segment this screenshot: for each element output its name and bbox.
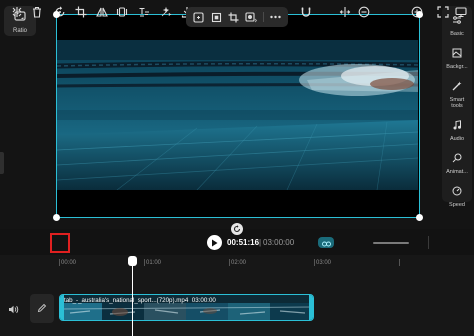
ruler-tick [399, 259, 400, 266]
clip-trim-handle-right[interactable] [309, 295, 313, 320]
freeze-frame-icon[interactable] [116, 6, 128, 18]
ruler-label: 01:00 [146, 260, 162, 266]
track-volume-icon[interactable] [7, 304, 19, 314]
toolbar-divider [262, 12, 264, 22]
panel-item-smart-tools[interactable]: Smart tools [442, 78, 472, 109]
resize-handle-bottom-left[interactable] [53, 214, 60, 221]
magnet-snap-icon[interactable] [300, 6, 312, 18]
total-time: 03:00:00 [263, 238, 295, 247]
mask-icon[interactable] [245, 11, 258, 23]
play-icon [211, 234, 218, 252]
time-separator: | [259, 238, 262, 247]
resize-handle-top-right[interactable] [416, 11, 423, 18]
panel-item-label: Audio [449, 136, 465, 142]
ruler-tick [59, 259, 60, 266]
left-panel-toggle[interactable] [0, 152, 4, 174]
split-icon[interactable] [11, 6, 23, 18]
resize-handle-bottom-right[interactable] [416, 214, 423, 221]
clip-duration: 03:00:00 [191, 297, 216, 304]
canvas-floating-toolbar [186, 7, 288, 27]
fullscreen-icon[interactable] [437, 6, 449, 18]
playhead-line[interactable] [132, 261, 133, 336]
panel-item-label: Animat... [446, 169, 468, 175]
panel-item-label: Basic [450, 31, 464, 37]
display-settings-icon[interactable] [455, 6, 467, 18]
play-button[interactable] [207, 235, 222, 250]
highlight-box [50, 233, 70, 253]
replace-icon[interactable] [193, 11, 205, 23]
auto-link-toggle[interactable] [318, 237, 334, 248]
more-options-icon[interactable] [269, 11, 281, 23]
edit-cover-button[interactable] [30, 294, 54, 323]
panel-item-label: Backgr... [446, 64, 468, 70]
split-preview-icon[interactable] [339, 6, 351, 18]
panel-item-animation[interactable]: Animat... [442, 150, 472, 175]
video-preview[interactable] [57, 40, 418, 190]
music-note-icon [452, 117, 462, 135]
panel-item-speed[interactable]: Speed [442, 183, 472, 208]
clip-title: tab_-_australia's_national_sport...(720p… [64, 297, 216, 304]
animation-icon [452, 150, 462, 168]
ruler-label: 02:00 [231, 260, 247, 266]
ruler-tick [314, 259, 315, 266]
speedometer-icon [452, 183, 462, 201]
clip-thumbnails [60, 303, 312, 320]
panel-item-background[interactable]: Backgr... [442, 45, 472, 70]
ruler-tick [144, 259, 145, 266]
playhead-handle[interactable] [128, 256, 137, 266]
background-icon [452, 45, 462, 63]
flip-icon[interactable] [96, 6, 108, 18]
ruler-tick [229, 259, 230, 266]
effects-icon[interactable] [160, 6, 172, 18]
current-time: 00:51:16 [227, 238, 260, 247]
rotate-handle-icon[interactable] [231, 223, 243, 235]
resize-handle-top-left[interactable] [53, 11, 60, 18]
panel-item-label: Smart tools [449, 97, 465, 109]
toolbar-divider [428, 236, 429, 249]
panel-item-audio[interactable]: Audio [442, 117, 472, 142]
panel-item-label: Speed [449, 202, 465, 208]
crop-icon[interactable] [228, 11, 240, 23]
ruler-label: 00:00 [61, 260, 77, 266]
clip-filename: tab_-_australia's_national_sport...(720p… [64, 297, 189, 304]
ratio-label: Ratio [12, 28, 27, 34]
magic-wand-icon [452, 78, 462, 96]
zoom-out-icon[interactable] [358, 6, 370, 18]
ruler-label: 03:00 [316, 260, 332, 266]
right-properties-panel: Basic Backgr... Smart tools Audio Animat… [442, 6, 472, 208]
crop-tool-icon[interactable] [75, 6, 87, 18]
video-clip[interactable]: tab_-_australia's_national_sport...(720p… [59, 294, 314, 321]
link-icon [321, 234, 331, 252]
pencil-icon [37, 300, 47, 318]
captions-icon[interactable] [138, 6, 150, 18]
delete-icon[interactable] [31, 6, 43, 18]
fit-frame-icon[interactable] [210, 11, 222, 23]
zoom-slider[interactable] [373, 242, 409, 244]
